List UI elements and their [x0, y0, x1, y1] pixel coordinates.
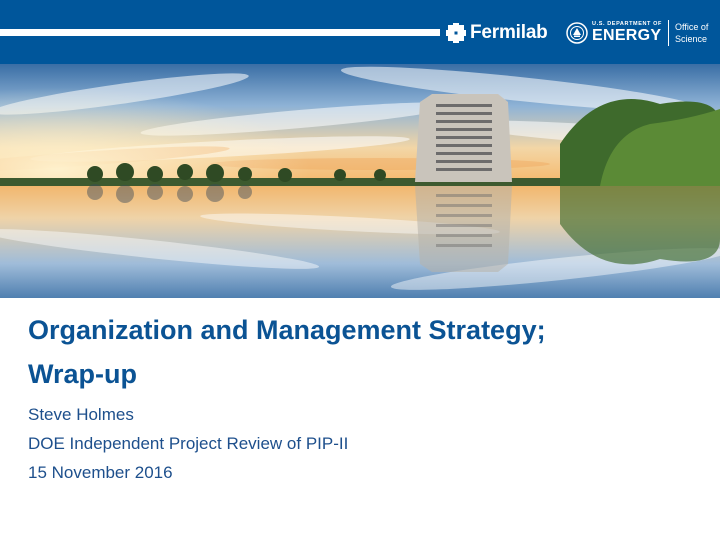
presentation-date: 15 November 2016 — [28, 463, 173, 482]
doe-seal-icon — [566, 22, 588, 44]
photo-illustration — [0, 64, 720, 298]
slide-header: Fermilab U.S. DEPARTMENT OF ENERGY Offic… — [0, 0, 720, 64]
office-line-1: Office of — [674, 22, 709, 32]
slide-subtitle: Steve Holmes DOE Independent Project Rev… — [28, 400, 348, 487]
doe-wordmark: U.S. DEPARTMENT OF ENERGY — [592, 21, 662, 45]
office-line-2: Science — [674, 34, 708, 44]
title-line-1: Organization and Management Strategy; — [28, 315, 546, 345]
logo-divider — [667, 20, 669, 46]
office-of-science: Office of Science — [675, 21, 708, 45]
doe-energy: ENERGY — [592, 27, 662, 45]
title-line-2: Wrap-up — [28, 359, 137, 389]
slide-title: Organization and Management Strategy; Wr… — [28, 308, 708, 396]
doe-logo: U.S. DEPARTMENT OF ENERGY Office of Scie… — [566, 18, 708, 48]
header-stripe — [0, 29, 440, 36]
fermilab-logo: Fermilab — [446, 20, 548, 46]
fermilab-logo-icon — [446, 23, 466, 43]
presenter-name: Steve Holmes — [28, 405, 134, 424]
fermilab-wordmark: Fermilab — [470, 22, 548, 43]
event-name: DOE Independent Project Review of PIP-II — [28, 434, 349, 453]
wilson-hall-photo — [0, 64, 720, 298]
